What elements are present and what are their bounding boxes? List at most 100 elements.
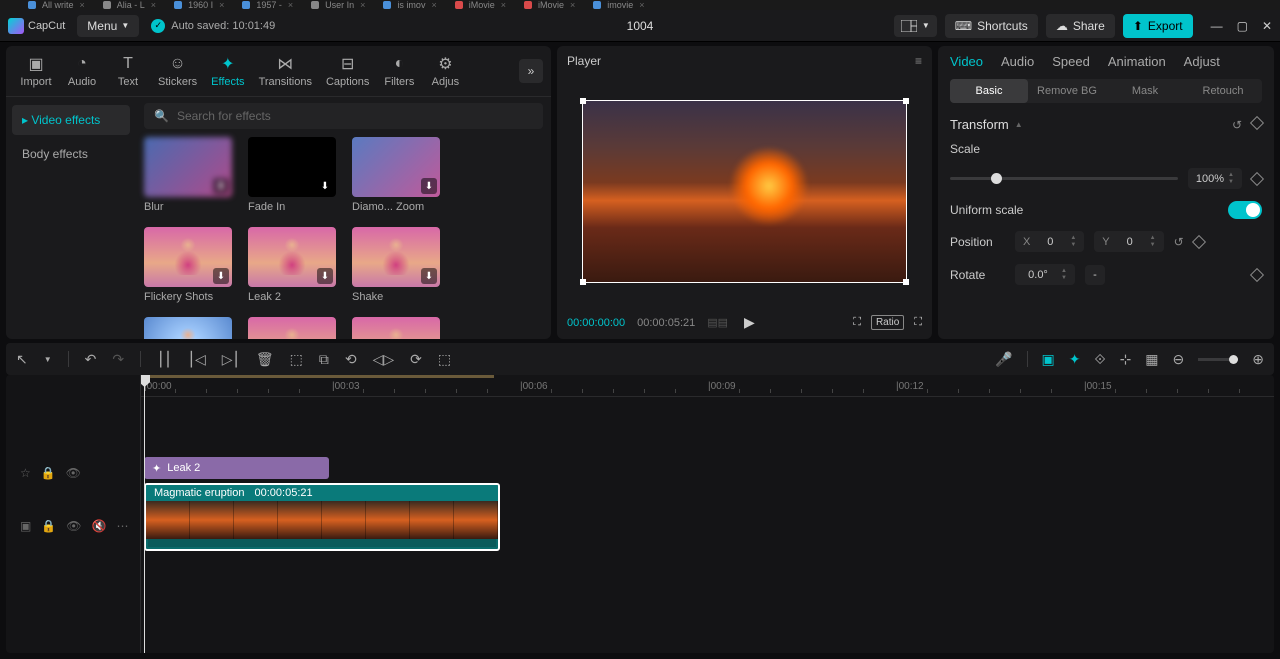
scale-slider[interactable]	[950, 177, 1178, 180]
browser-tab[interactable]: iMovie×	[516, 0, 583, 10]
select-mode-dropdown[interactable]: ▼	[44, 355, 52, 364]
delete-tool[interactable]: 🗑	[256, 351, 274, 368]
effect-item[interactable]: ⬇	[248, 317, 336, 339]
export-button[interactable]: ⬆ Export	[1123, 14, 1193, 38]
crop-frame-tool[interactable]: ⬚	[438, 351, 451, 368]
compare-icon[interactable]: ▤▤	[707, 316, 728, 329]
ratio-button[interactable]: Ratio	[871, 315, 904, 330]
effect-item[interactable]: ⬇Shake	[352, 227, 440, 303]
prop-tab-audio[interactable]: Audio	[1001, 54, 1034, 69]
prop-tab-animation[interactable]: Animation	[1108, 54, 1166, 69]
layout-button[interactable]: ▼	[894, 15, 937, 37]
close-button[interactable]: ✕	[1262, 19, 1272, 33]
media-tab-text[interactable]: TText	[106, 50, 150, 92]
undo-button[interactable]: ↶	[85, 351, 97, 368]
transform-section[interactable]: Transform ▲	[950, 117, 1023, 132]
effect-item[interactable]: ⬇Flickery Shots	[144, 227, 232, 303]
effect-item[interactable]: ⬇Leak 2	[248, 227, 336, 303]
position-y-input[interactable]: Y 0 ▲▼	[1094, 231, 1163, 252]
share-button[interactable]: ☁ Share	[1046, 14, 1115, 38]
download-icon[interactable]: ⬇	[213, 268, 229, 284]
star-icon[interactable]: ☆	[20, 466, 31, 480]
split-tool[interactable]: ⎮⎮	[157, 351, 172, 368]
fullscreen-icon[interactable]: ⛶	[914, 316, 922, 329]
redo-button[interactable]: ↷	[112, 351, 124, 368]
video-clip[interactable]: Magmatic eruption 00:00:05:21	[144, 483, 500, 551]
timeline-ruler[interactable]: |00:00|00:03|00:06|00:09|00:12|00:15	[141, 375, 1274, 397]
magnet-tool[interactable]: ▣	[1042, 351, 1055, 368]
menu-button[interactable]: Menu▼	[77, 15, 139, 37]
reverse-tool[interactable]: ⟲	[345, 351, 357, 368]
scan-icon[interactable]: ⛶	[853, 316, 861, 329]
prop-tab-video[interactable]: Video	[950, 54, 983, 69]
reset-icon[interactable]: ↺	[1232, 118, 1242, 132]
browser-tab[interactable]: is imov×	[375, 0, 444, 10]
scale-keyframe[interactable]	[1250, 171, 1264, 185]
playhead[interactable]	[144, 375, 145, 653]
eye-icon[interactable]: 👁	[66, 519, 81, 533]
sidebar-item[interactable]: Body effects	[12, 139, 130, 169]
trim-right-tool[interactable]: ▷⎮	[222, 351, 240, 368]
effect-clip[interactable]: ✦ Leak 2	[144, 457, 329, 479]
snap-tool[interactable]: ✦	[1069, 351, 1081, 368]
rotate-keyframe[interactable]	[1250, 267, 1264, 281]
media-tab-stickers[interactable]: ☺Stickers	[152, 50, 203, 92]
effect-item[interactable]: ⬇	[352, 317, 440, 339]
download-icon[interactable]: ⬇	[317, 268, 333, 284]
copy-tool[interactable]: ⧉	[319, 351, 329, 368]
minimize-button[interactable]: —	[1211, 19, 1223, 33]
browser-tab[interactable]: 1957 -×	[234, 0, 301, 10]
timeline-tracks[interactable]: |00:00|00:03|00:06|00:09|00:12|00:15 ✦ L…	[141, 375, 1274, 653]
search-input[interactable]: 🔍 Search for effects	[144, 103, 543, 129]
prop-tab-speed[interactable]: Speed	[1052, 54, 1090, 69]
lock-icon[interactable]: 🔒	[41, 519, 56, 533]
zoom-in[interactable]: ⊕	[1252, 351, 1264, 368]
uniform-scale-toggle[interactable]	[1228, 201, 1262, 219]
expand-tabs-button[interactable]: »	[519, 59, 543, 83]
video-preview[interactable]	[582, 100, 907, 283]
mirror-tool[interactable]: ◁▷	[373, 351, 395, 368]
player-menu-icon[interactable]: ≡	[915, 54, 922, 68]
mute-icon[interactable]: 🔇	[92, 519, 107, 533]
lock-icon[interactable]: 🔒	[41, 466, 56, 480]
more-icon[interactable]: ⋯	[116, 519, 128, 533]
maximize-button[interactable]: ▢	[1237, 19, 1248, 33]
rotate-input[interactable]: 0.0° ▲▼	[1015, 264, 1075, 285]
effect-item[interactable]: ⬇Diamo... Zoom	[352, 137, 440, 213]
eye-icon[interactable]: 👁	[66, 466, 81, 480]
subtab-basic[interactable]: Basic	[950, 79, 1028, 103]
scale-value[interactable]: 100% ▲▼	[1188, 168, 1242, 189]
subtab-mask[interactable]: Mask	[1106, 79, 1184, 103]
sidebar-item[interactable]: ▸ Video effects	[12, 105, 130, 135]
zoom-out[interactable]: ⊖	[1173, 351, 1185, 368]
select-tool[interactable]: ↖	[16, 351, 28, 368]
media-tab-effects[interactable]: ✦Effects	[205, 50, 250, 92]
effect-item[interactable]: ⬇Blur	[144, 137, 232, 213]
crop-tool[interactable]: ⬚	[290, 351, 303, 368]
rotate-tool[interactable]: ⟳	[410, 351, 422, 368]
position-reset-icon[interactable]: ↺	[1174, 235, 1184, 249]
zoom-slider[interactable]	[1198, 358, 1238, 361]
document-name[interactable]: 1004	[627, 19, 654, 33]
browser-tab[interactable]: 1960 I×	[166, 0, 232, 10]
shortcuts-button[interactable]: ⌨ Shortcuts	[945, 14, 1038, 38]
subtab-retouch[interactable]: Retouch	[1184, 79, 1262, 103]
download-icon[interactable]: ⬇	[213, 178, 229, 194]
browser-tab[interactable]: iMovie×	[447, 0, 514, 10]
media-tab-audio[interactable]: ◔Audio	[60, 50, 104, 92]
position-x-input[interactable]: X 0 ▲▼	[1015, 231, 1084, 252]
browser-tab[interactable]: imovie×	[585, 0, 652, 10]
download-icon[interactable]: ⬇	[421, 178, 437, 194]
preview-tool[interactable]: ▦	[1145, 351, 1158, 368]
media-tab-transitions[interactable]: ⋈Transitions	[253, 50, 318, 92]
media-tab-captions[interactable]: ⊟Captions	[320, 50, 375, 92]
effect-item[interactable]: ⬇Fade In	[248, 137, 336, 213]
download-icon[interactable]: ⬇	[317, 178, 333, 194]
media-tab-import[interactable]: ▣Import	[14, 50, 58, 92]
browser-tab[interactable]: User In×	[303, 0, 373, 10]
position-keyframe[interactable]	[1192, 234, 1206, 248]
download-icon[interactable]: ⬇	[421, 268, 437, 284]
align-tool[interactable]: ⊹	[1120, 351, 1132, 368]
effect-item[interactable]: ⬇	[144, 317, 232, 339]
keyframe-icon[interactable]	[1250, 115, 1264, 129]
